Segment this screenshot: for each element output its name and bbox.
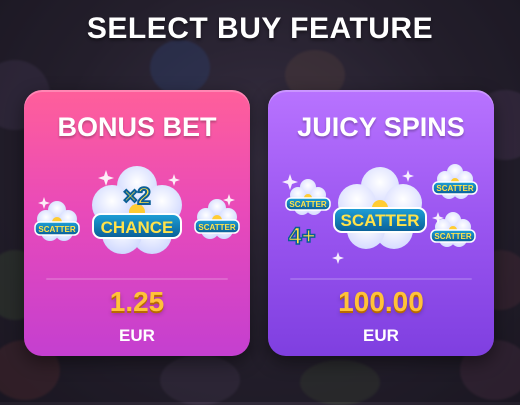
bonus-bet-card[interactable]: BONUS BET SCATTER SCATTER ×2 CHANCE 1.25… bbox=[24, 90, 250, 356]
scatter-label: SCATTER bbox=[198, 223, 235, 232]
divider bbox=[46, 278, 228, 280]
scatter-label: SCATTER bbox=[434, 232, 471, 241]
chance-label: CHANCE bbox=[101, 218, 174, 237]
scatter-label: SCATTER bbox=[436, 184, 473, 193]
flower-icon: SCATTER bbox=[194, 199, 240, 239]
bonus-bet-artwork: SCATTER SCATTER ×2 CHANCE bbox=[34, 166, 240, 254]
flower-icon: SCATTER bbox=[333, 167, 427, 249]
flower-icon: SCATTER bbox=[34, 201, 80, 241]
price-value: 1.25 bbox=[109, 286, 165, 317]
scatter-label: SCATTER bbox=[289, 200, 326, 209]
card-title: JUICY SPINS bbox=[297, 112, 465, 142]
page-title: SELECT BUY FEATURE bbox=[86, 12, 434, 45]
scatter-label: SCATTER bbox=[340, 211, 419, 230]
scatter-count-label: 4+ bbox=[288, 223, 315, 250]
card-title: BONUS BET bbox=[57, 112, 217, 142]
juicy-spins-card[interactable]: JUICY SPINS SCATTER 4+ SCATTER SCATTER S… bbox=[268, 90, 494, 356]
currency-label: EUR bbox=[119, 326, 155, 345]
price-value: 100.00 bbox=[338, 286, 424, 317]
flower-icon: SCATTER bbox=[285, 179, 331, 215]
flower-icon: SCATTER bbox=[432, 164, 478, 199]
multiplier-label: ×2 bbox=[123, 183, 150, 210]
scatter-label: SCATTER bbox=[38, 225, 75, 234]
currency-label: EUR bbox=[363, 326, 399, 345]
divider bbox=[290, 278, 472, 280]
juicy-spins-artwork: SCATTER 4+ SCATTER SCATTER SCATTER bbox=[282, 164, 478, 264]
